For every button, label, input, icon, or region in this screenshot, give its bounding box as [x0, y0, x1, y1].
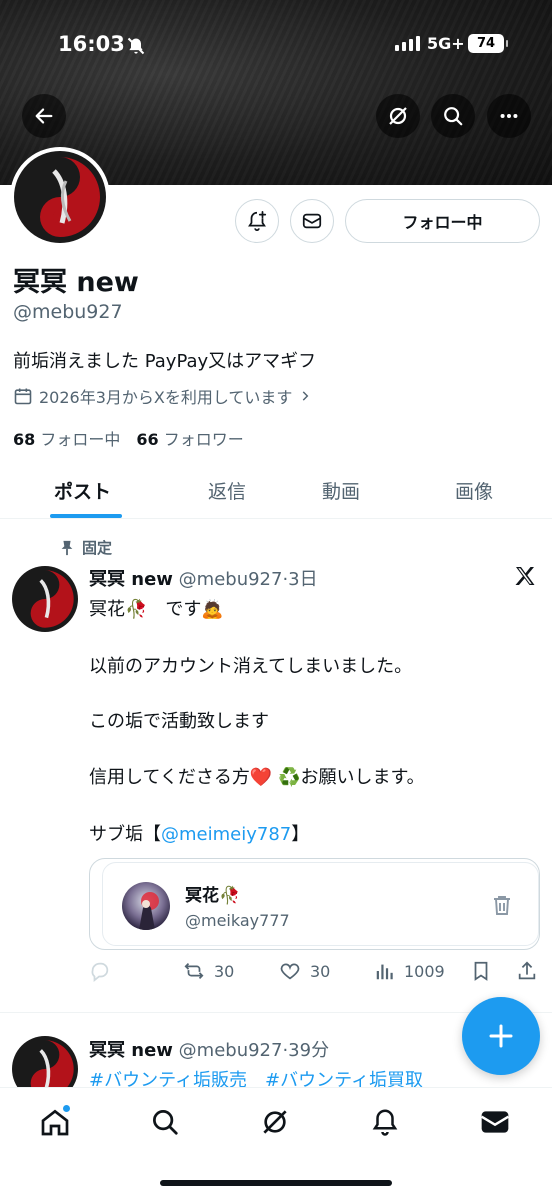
mention-link[interactable]: @meimeiy787: [161, 824, 291, 845]
avatar-image: [14, 151, 106, 243]
share-icon: [518, 961, 536, 980]
grok-icon: [263, 1110, 287, 1134]
views-button[interactable]: 1009: [374, 960, 445, 982]
quoted-avatar: [122, 882, 170, 930]
post-author-meta: @mebu927·39分: [178, 1040, 330, 1061]
notification-dot: [62, 1104, 71, 1113]
post-actions: 30 30 1009: [89, 960, 541, 990]
nav-notifications[interactable]: [365, 1104, 405, 1140]
more-icon: [500, 113, 518, 119]
search-icon: [153, 1110, 178, 1135]
x-logo-icon: [513, 564, 537, 592]
bookmark-icon: [474, 961, 488, 981]
calendar-icon: [14, 388, 32, 405]
profile-avatar[interactable]: [10, 147, 110, 247]
followers-count: 66: [136, 430, 159, 449]
views-chart-icon: [376, 964, 393, 980]
envelope-icon: [481, 1111, 509, 1133]
bookmark-button[interactable]: [470, 960, 492, 982]
following-count: 68: [13, 430, 36, 449]
pinned-label: 固定: [60, 537, 112, 558]
share-button[interactable]: [516, 960, 538, 982]
status-bar: 16:03 5G+ 74: [0, 30, 552, 60]
post-author-name[interactable]: 冥冥 new: [89, 569, 173, 590]
following-stat[interactable]: 68 フォロー中: [13, 426, 120, 450]
message-button[interactable]: [290, 199, 334, 243]
profile-bio: 前垢消えました PayPay又はアマギフ: [13, 351, 317, 372]
avatar-image: [12, 566, 78, 632]
profile-tabs: ポスト 返信 動画 画像: [0, 465, 552, 519]
post-line: 冥花🥀 です🙇: [89, 599, 224, 620]
like-button[interactable]: 30: [278, 960, 330, 982]
pin-icon: [61, 540, 73, 555]
grok-button[interactable]: [376, 94, 420, 138]
status-time: 16:03: [58, 32, 125, 56]
post-header: 冥冥 new @mebu927·3日: [89, 565, 318, 591]
retweet-count: 30: [214, 961, 235, 981]
post-author-meta: @mebu927·3日: [178, 569, 318, 590]
battery-icon: 74: [468, 34, 508, 53]
bell-plus-icon: [248, 210, 267, 232]
quoted-name: 冥花🥀: [185, 886, 241, 906]
post-line: 以前のアカウント消えてしまいました。: [89, 656, 413, 677]
post-line: この垢で活動致します: [89, 711, 269, 732]
views-count: 1009: [404, 961, 445, 981]
grok-icon: [389, 107, 407, 125]
tab-posts[interactable]: ポスト: [54, 477, 111, 504]
followers-label: フォロワー: [163, 430, 244, 449]
post-line-sub-account: サブ垢【@meimeiy787】: [89, 820, 309, 846]
followers-stat[interactable]: 66 フォロワー: [136, 426, 243, 450]
back-arrow-icon: [35, 108, 53, 124]
profile-handle: @mebu927: [13, 301, 123, 323]
delete-icon[interactable]: [490, 893, 514, 921]
joined-text: 2026年3月からXを利用しています: [39, 388, 293, 407]
following-button[interactable]: フォロー中: [345, 199, 540, 243]
envelope-icon: [302, 213, 322, 229]
post-avatar[interactable]: [12, 566, 78, 632]
following-label: フォロー中: [40, 430, 121, 449]
active-tab-indicator: [50, 514, 122, 518]
follow-stats: 68 フォロー中 66 フォロワー: [13, 426, 244, 450]
post-line: 信用してくださる方❤️ ♻️お願いします。: [89, 767, 425, 788]
chevron-right-icon: [303, 391, 309, 401]
quoted-handle: @meikay777: [185, 911, 290, 930]
heart-icon: [280, 963, 300, 980]
quoted-account-card[interactable]: 冥花🥀 @meikay777: [89, 858, 540, 950]
nav-grok[interactable]: [255, 1104, 295, 1140]
profile-name: 冥冥 new: [13, 267, 139, 298]
avatar-image: [122, 882, 170, 930]
back-button[interactable]: [22, 94, 66, 138]
sub-prefix: サブ垢【: [89, 824, 161, 845]
retweet-icon: [184, 963, 204, 979]
sub-suffix: 】: [291, 824, 310, 845]
reply-icon: [91, 962, 109, 982]
tab-images[interactable]: 画像: [455, 477, 493, 504]
post-author-name[interactable]: 冥冥 new: [89, 1040, 173, 1061]
nav-search[interactable]: [145, 1104, 185, 1140]
bell-muted-icon: [126, 36, 146, 60]
compose-button[interactable]: [462, 997, 540, 1075]
search-button[interactable]: [431, 94, 475, 138]
more-button[interactable]: [487, 94, 531, 138]
like-count: 30: [310, 961, 331, 981]
retweet-button[interactable]: 30: [182, 960, 234, 982]
nav-home[interactable]: [35, 1104, 75, 1140]
plus-icon: [489, 1024, 513, 1048]
pinned-text: 固定: [82, 539, 113, 557]
tab-videos[interactable]: 動画: [322, 477, 360, 504]
nav-messages[interactable]: [475, 1104, 515, 1140]
notify-button[interactable]: [235, 199, 279, 243]
signal-icon: [395, 36, 420, 51]
bell-icon: [372, 1109, 398, 1136]
reply-button[interactable]: [89, 960, 111, 982]
home-indicator: [160, 1180, 392, 1186]
tab-replies[interactable]: 返信: [208, 477, 246, 504]
joined-date[interactable]: 2026年3月からXを利用しています: [13, 384, 312, 408]
post-header: 冥冥 new @mebu927·39分: [89, 1036, 329, 1062]
search-icon: [444, 107, 463, 126]
network-type: 5G+: [427, 34, 465, 53]
